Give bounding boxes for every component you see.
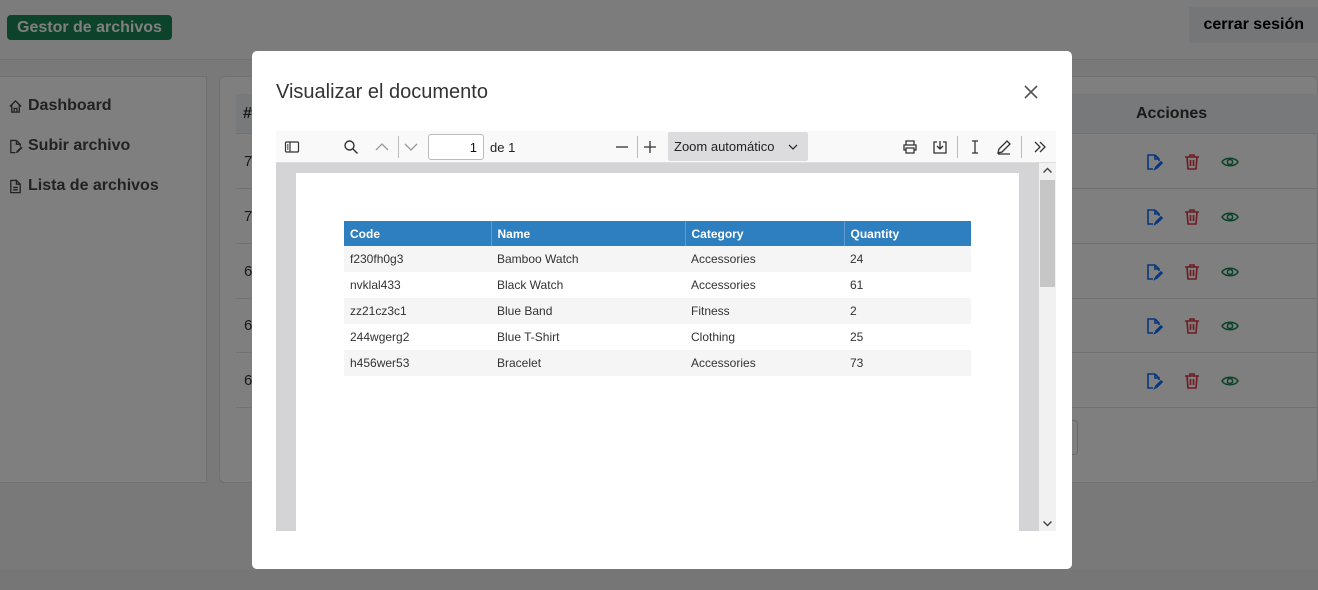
text-cursor-icon [972,140,978,154]
pdf-cell-quantity: 61 [844,272,971,298]
next-page-button[interactable] [399,135,423,159]
pdf-column-header: Quantity [844,221,971,246]
page-count-label: de 1 [490,140,516,155]
pdf-cell-quantity: 73 [844,350,971,376]
zoom-in-button[interactable] [638,135,662,159]
modal-title: Visualizar el documento [276,81,488,103]
scroll-up-icon[interactable] [1042,165,1053,176]
pdf-cell-name: Blue T-Shirt [491,324,685,350]
pdf-cell-category: Clothing [685,324,844,350]
pdf-cell-name: Blue Band [491,298,685,324]
pdf-table-row: 244wgerg2 Blue T-Shirt Clothing 25 [344,324,971,350]
printer-icon [903,140,917,154]
pdf-table-row: h456wer53 Bracelet Accessories 73 [344,350,971,376]
pdf-cell-code: h456wer53 [344,350,491,376]
zoom-out-button[interactable] [610,135,634,159]
pdf-cell-quantity: 24 [844,246,971,272]
download-button[interactable] [928,135,952,159]
double-chevron-right-icon [1034,141,1046,153]
pdf-column-header: Name [491,221,686,246]
previous-page-button[interactable] [370,135,394,159]
pdf-cell-category: Accessories [685,350,844,376]
pdf-table-row: zz21cz3c1 Blue Band Fitness 2 [344,298,971,324]
search-icon [344,140,358,154]
pdf-column-header: Category [685,221,845,246]
chevron-down-icon [404,143,418,151]
more-tools-button[interactable] [1028,135,1052,159]
download-icon [933,141,947,154]
pdf-cell-quantity: 25 [844,324,971,350]
pdf-table-header-row: Code Name Category Quantity [344,221,971,246]
plus-icon [644,141,656,153]
pdf-cell-quantity: 2 [844,298,971,324]
document-preview-modal: Visualizar el documento de 1 [252,51,1072,569]
chevron-up-icon [375,143,389,151]
close-icon [1024,85,1038,99]
pdf-viewer: de 1 Zoom automático [276,131,1056,531]
find-button[interactable] [339,135,363,159]
zoom-select-value: Zoom automático [674,139,775,154]
pdf-cell-category: Accessories [685,246,844,272]
pencil-icon [997,140,1011,155]
sidebar-toggle-icon [284,141,300,153]
page-number-input[interactable] [428,134,484,160]
pdf-column-header: Code [344,221,492,246]
toolbar-separator [957,136,958,158]
pdf-cell-code: nvklal433 [344,272,491,298]
pdf-table-row: f230fh0g3 Bamboo Watch Accessories 24 [344,246,971,272]
print-button[interactable] [898,135,922,159]
pdf-cell-code: 244wgerg2 [344,324,491,350]
pdf-canvas-area[interactable]: Code Name Category Quantity f230fh0g3 Ba… [276,163,1056,531]
toolbar-separator [1021,136,1022,158]
pdf-cell-name: Bamboo Watch [491,246,685,272]
scrollbar-thumb[interactable] [1040,180,1055,287]
vertical-scrollbar[interactable] [1039,163,1056,531]
pdf-cell-code: f230fh0g3 [344,246,491,272]
toggle-sidebar-button[interactable] [280,135,304,159]
scroll-down-icon[interactable] [1042,518,1053,529]
chevron-down-icon [788,144,798,150]
pdf-cell-code: zz21cz3c1 [344,298,491,324]
text-select-tool-button[interactable] [963,135,987,159]
pdf-data-table: Code Name Category Quantity f230fh0g3 Ba… [344,221,971,376]
zoom-select[interactable]: Zoom automático [668,132,808,161]
pdf-cell-name: Bracelet [491,350,685,376]
pdf-page: Code Name Category Quantity f230fh0g3 Ba… [296,173,1019,531]
pdf-cell-name: Black Watch [491,272,685,298]
pdf-toolbar: de 1 Zoom automático [276,131,1056,163]
close-button[interactable] [1020,81,1042,103]
pdf-cell-category: Fitness [685,298,844,324]
draw-tool-button[interactable] [992,135,1016,159]
pdf-cell-category: Accessories [685,272,844,298]
pdf-table-row: nvklal433 Black Watch Accessories 61 [344,272,971,298]
minus-icon [616,146,628,148]
